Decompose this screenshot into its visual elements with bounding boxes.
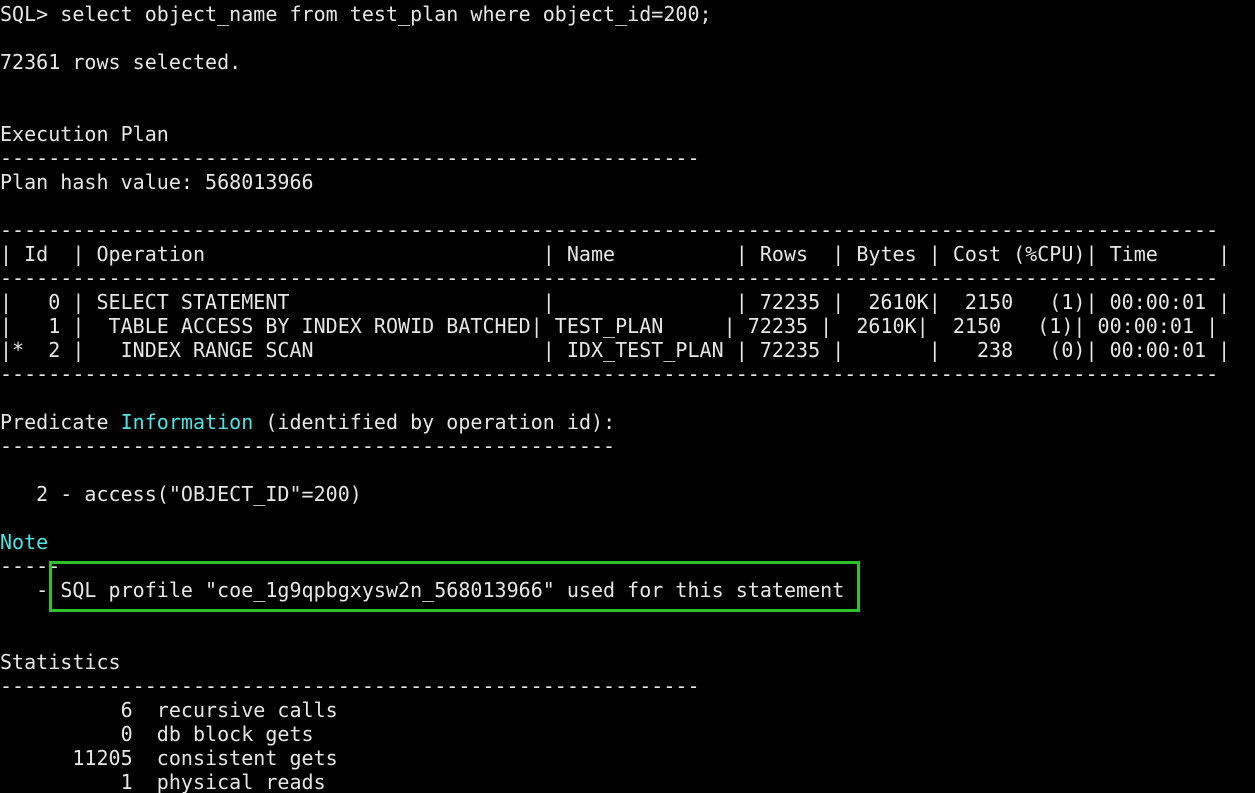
predicate-access-line: 2 - access("OBJECT_ID"=200) bbox=[0, 482, 362, 506]
terminal-window[interactable]: SQL> select object_name from test_plan w… bbox=[0, 0, 1255, 793]
execution-plan-title: Execution Plan bbox=[0, 122, 169, 146]
plan-table-row: |* 2 | INDEX RANGE SCAN | IDX_TEST_PLAN … bbox=[0, 338, 1231, 362]
sql-command-line: SQL> select object_name from test_plan w… bbox=[0, 2, 712, 26]
statistics-row: 1 physical reads bbox=[0, 770, 326, 793]
sql-profile-text: SQL profile "coe_1g9qpbgxysw2n_568013966… bbox=[60, 578, 845, 602]
rows-selected-text: 72361 rows selected. bbox=[0, 50, 242, 74]
note-profile-line: - SQL profile "coe_1g9qpbgxysw2n_5680139… bbox=[0, 578, 844, 602]
note-dash: - bbox=[0, 578, 61, 602]
plan-table-top-border: ----------------------------------------… bbox=[0, 218, 1219, 242]
predicate-information-heading: Predicate Information (identified by ope… bbox=[0, 410, 615, 434]
plan-table-row: | 0 | SELECT STATEMENT | | 72235 | 2610K… bbox=[0, 290, 1231, 314]
plan-table-header: | Id | Operation | Name | Rows | Bytes |… bbox=[0, 242, 1231, 266]
note-separator: ----- bbox=[0, 554, 61, 578]
plan-hash-line: Plan hash value: 568013966 bbox=[0, 170, 314, 194]
statistics-title: Statistics bbox=[0, 650, 121, 674]
statistics-separator: ----------------------------------------… bbox=[0, 674, 700, 698]
predicate-prefix: Predicate bbox=[0, 410, 121, 434]
statistics-row: 6 recursive calls bbox=[0, 698, 338, 722]
note-title: Note bbox=[0, 530, 49, 554]
predicate-separator: ----------------------------------------… bbox=[0, 434, 616, 458]
information-keyword: Information bbox=[120, 410, 254, 434]
plan-table-row: | 1 | TABLE ACCESS BY INDEX ROWID BATCHE… bbox=[0, 314, 1219, 338]
plan-table-header-border: ----------------------------------------… bbox=[0, 266, 1219, 290]
statistics-row: 11205 consistent gets bbox=[0, 746, 338, 770]
execution-plan-separator: ----------------------------------------… bbox=[0, 146, 700, 170]
predicate-suffix: (identified by operation id): bbox=[253, 410, 616, 434]
statistics-row: 0 db block gets bbox=[0, 722, 314, 746]
plan-table-bottom-border: ----------------------------------------… bbox=[0, 362, 1219, 386]
